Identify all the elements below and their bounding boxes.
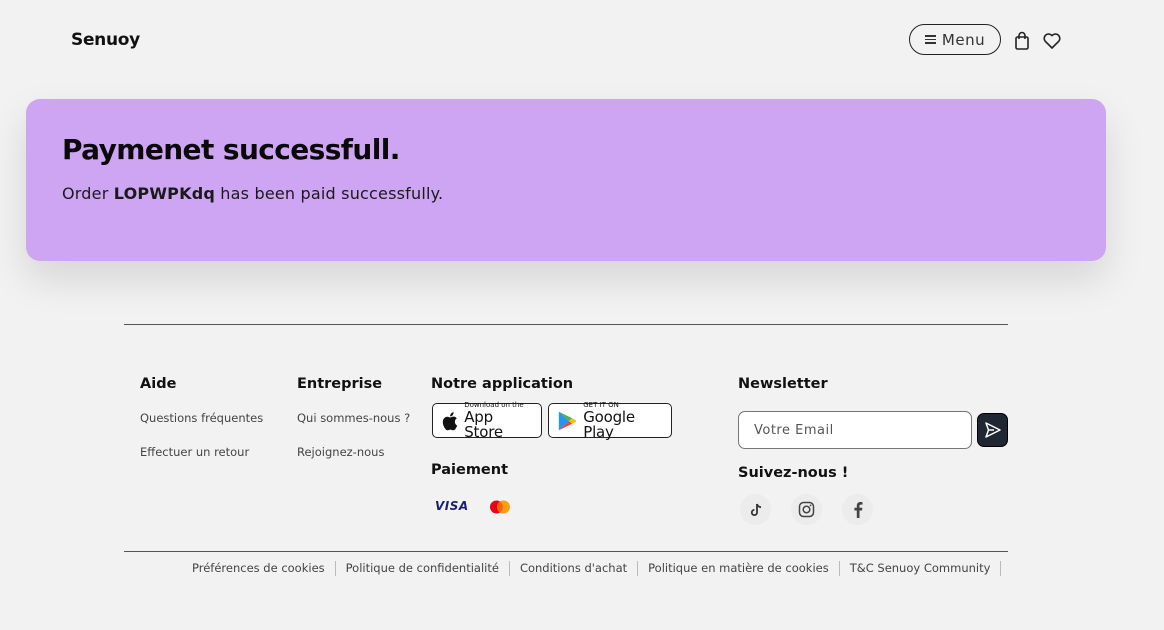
app-title: Notre application bbox=[431, 376, 574, 392]
visa-icon: VISA bbox=[435, 499, 469, 513]
link-return[interactable]: Effectuer un retour bbox=[140, 445, 249, 459]
newsletter-submit-button[interactable] bbox=[977, 413, 1008, 447]
google-play-button[interactable]: GET IT ON Google Play bbox=[548, 401, 672, 441]
facebook-icon[interactable] bbox=[842, 494, 873, 525]
bag-icon[interactable] bbox=[1013, 31, 1033, 51]
link-faq[interactable]: Questions fréquentes bbox=[140, 411, 263, 425]
legal-link-cookie-prefs[interactable]: Préférences de cookies bbox=[182, 561, 336, 576]
newsletter-email-input[interactable] bbox=[738, 411, 972, 449]
legal-link-purchase-terms[interactable]: Conditions d'achat bbox=[510, 561, 639, 576]
footer-divider-bottom bbox=[124, 551, 1008, 552]
mastercard-icon bbox=[490, 500, 510, 514]
logo[interactable]: Senuoy bbox=[71, 30, 140, 50]
legal-links: Préférences de cookies Politique de conf… bbox=[182, 561, 1002, 576]
send-icon bbox=[984, 422, 1001, 438]
entreprise-title: Entreprise bbox=[297, 376, 383, 392]
legal-link-privacy[interactable]: Politique de confidentialité bbox=[336, 561, 510, 576]
order-id: LOPWPKdq bbox=[113, 184, 215, 203]
app-store-big-text: App Store bbox=[464, 407, 503, 441]
payment-title: Paiement bbox=[431, 462, 509, 478]
banner-message: Order LOPWPKdq has been paid successfull… bbox=[62, 184, 443, 203]
legal-link-cookie-policy[interactable]: Politique en matière de cookies bbox=[638, 561, 840, 576]
follow-title: Suivez-nous ! bbox=[738, 465, 849, 481]
apple-icon bbox=[442, 411, 458, 430]
banner-title: Paymenet successfull. bbox=[62, 133, 400, 166]
app-store-button[interactable]: Download on the App Store bbox=[432, 401, 542, 441]
newsletter-title: Newsletter bbox=[738, 376, 828, 392]
footer-divider-top bbox=[124, 324, 1008, 325]
tiktok-icon[interactable] bbox=[740, 494, 771, 525]
google-play-icon bbox=[558, 411, 577, 430]
order-suffix: has been paid successfully. bbox=[220, 184, 444, 203]
link-about[interactable]: Qui sommes-nous ? bbox=[297, 411, 410, 425]
order-prefix: Order bbox=[62, 184, 109, 203]
aide-title: Aide bbox=[140, 376, 177, 392]
menu-label: Menu bbox=[941, 30, 986, 49]
google-play-big-text: Google Play bbox=[583, 407, 635, 441]
site-header: Senuoy Menu bbox=[0, 0, 1164, 82]
legal-link-community-terms[interactable]: T&C Senuoy Community bbox=[840, 561, 1002, 576]
menu-button[interactable]: Menu bbox=[909, 24, 1001, 55]
payment-success-banner: Paymenet successfull. Order LOPWPKdq has… bbox=[26, 99, 1106, 261]
link-join[interactable]: Rejoignez-nous bbox=[297, 445, 384, 459]
instagram-icon[interactable] bbox=[791, 494, 822, 525]
hamburger-icon bbox=[924, 35, 936, 44]
heart-icon[interactable] bbox=[1042, 31, 1062, 51]
